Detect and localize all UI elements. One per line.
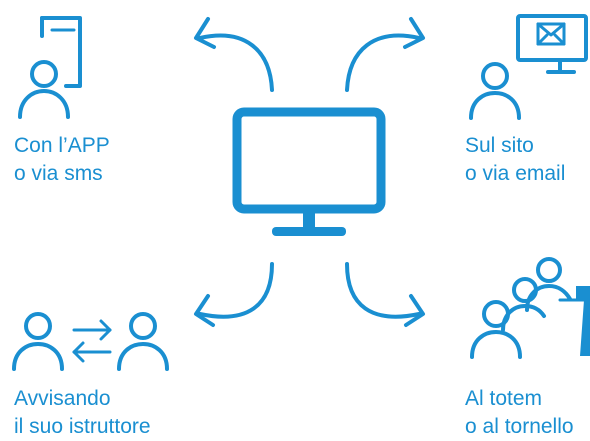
caption-line-1: Con l’APP	[14, 134, 110, 157]
arrow-to-top-right	[345, 17, 425, 92]
arrow-to-top-left	[194, 17, 274, 92]
monitor-icon	[232, 107, 386, 236]
caption-line-2: il suo istruttore	[14, 415, 151, 438]
caption-app-sms: Con l’APP o via sms	[14, 132, 110, 188]
people-turnstile-icon	[470, 257, 590, 359]
caption-instructor: Avvisando il suo istruttore	[14, 385, 151, 441]
communication-diagram	[12, 14, 590, 371]
caption-line-2: o via sms	[14, 162, 103, 185]
caption-web-email: Sul sito o via email	[465, 132, 565, 188]
person-phone-icon	[18, 16, 82, 119]
arrow-to-bottom-left	[194, 262, 274, 327]
caption-line-1: Sul sito	[465, 134, 534, 157]
caption-line-1: Avvisando	[14, 387, 111, 410]
arrow-to-bottom-right	[345, 262, 425, 327]
people-exchange-icon	[12, 312, 169, 371]
caption-line-1: Al totem	[465, 387, 543, 410]
caption-line-2: o al tornello	[465, 415, 574, 438]
caption-line-2: o via email	[465, 162, 566, 185]
person-computer-email-icon	[469, 14, 588, 120]
caption-totem: Al totem o al tornello	[465, 385, 574, 441]
